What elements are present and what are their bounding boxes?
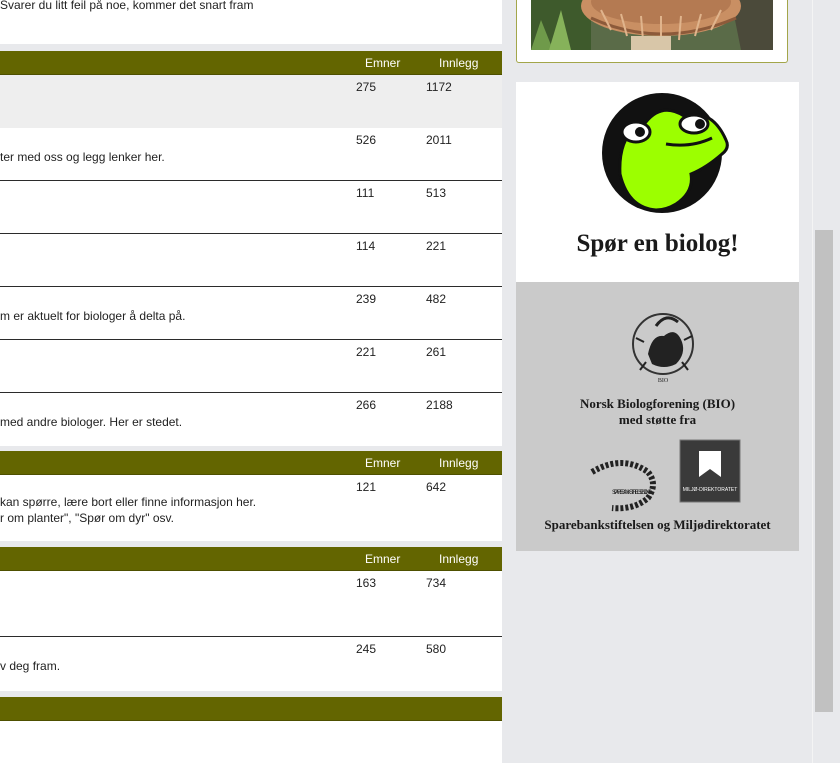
forum-description: kan spørre, lære bort eller finne inform… <box>0 495 257 509</box>
svg-text:BIO: BIO <box>658 378 669 384</box>
scrollbar-thumb[interactable] <box>815 230 833 712</box>
forum-posts-count: 580 <box>426 642 447 656</box>
forum-row[interactable]: 275 1172 <box>0 75 502 128</box>
category-header-2: Emner Innlegg <box>0 451 502 475</box>
forum-topics-count: 111 <box>356 186 375 200</box>
sparebankstiftelsen-logo-icon: SPAREBANKSTIFTELSEN DNB <box>590 460 656 512</box>
category-header-3: Emner Innlegg <box>0 547 502 571</box>
forum-topics-count: 239 <box>356 292 377 306</box>
forum-description: v deg fram. <box>0 659 61 673</box>
forum-topics-count: 221 <box>356 345 377 359</box>
forum-topics-count: 245 <box>356 642 377 656</box>
svg-text:SPAREBANKSTIFTELSEN DNB: SPAREBANKSTIFTELSEN DNB <box>612 490 652 496</box>
forum-posts-count: 734 <box>426 576 447 590</box>
forum-row[interactable]: med andre biologer. Her er stedet. 266 2… <box>0 393 502 446</box>
category-header-1: Emner Innlegg <box>0 51 502 75</box>
forum-topics-count: 163 <box>356 576 377 590</box>
category-panel-4 <box>0 721 502 763</box>
sponsor-org-name: Norsk Biologforening (BIO) <box>579 396 736 411</box>
category-panel-2: kan spørre, lære bort eller finne inform… <box>0 475 502 541</box>
forum-topics-count: 266 <box>356 398 377 412</box>
forum-description-line2: r om planter", "Spør om dyr" osv. <box>0 511 174 525</box>
miljodirektoratet-logo-icon: MILJØ-DIREKTORATET <box>679 439 741 503</box>
sponsor-box: BIO Norsk Biologforening (BIO) med støtt… <box>516 282 799 551</box>
header-topics-label: Emner <box>365 56 401 70</box>
forum-main: Svarer du litt feil på noe, kommer det s… <box>0 0 502 763</box>
forum-description: m er aktuelt for biologer å delta på. <box>0 309 186 323</box>
intro-panel: Svarer du litt feil på noe, kommer det s… <box>0 0 502 44</box>
intro-text: Svarer du litt feil på noe, kommer det s… <box>0 0 254 12</box>
forum-row[interactable]: v deg fram. 245 580 <box>0 637 502 690</box>
forum-posts-count: 261 <box>426 345 447 359</box>
forum-row[interactable]: 114 221 <box>0 234 502 287</box>
forum-row[interactable]: ter med oss og legg lenker her. 526 2011 <box>0 128 502 181</box>
forum-topics-count: 526 <box>356 133 377 147</box>
forum-posts-count: 1172 <box>426 80 452 94</box>
forum-posts-count: 482 <box>426 292 447 306</box>
forum-row[interactable]: kan spørre, lære bort eller finne inform… <box>0 475 502 541</box>
mushroom-photo[interactable] <box>531 0 773 50</box>
vertical-scrollbar[interactable] <box>812 0 840 763</box>
ask-biologist-banner[interactable]: Spør en biolog! <box>516 82 799 282</box>
sponsor-subtitle: med støtte fra <box>618 412 697 427</box>
category-header-4 <box>0 697 502 721</box>
header-topics-label: Emner <box>365 552 401 566</box>
header-topics-label: Emner <box>365 456 401 470</box>
header-posts-label: Innlegg <box>439 56 479 70</box>
forum-row[interactable]: m er aktuelt for biologer å delta på. 23… <box>0 287 502 340</box>
forum-row[interactable]: 111 513 <box>0 181 502 234</box>
forum-posts-count: 513 <box>426 186 447 200</box>
forum-topics-count: 275 <box>356 80 377 94</box>
forum-posts-count: 642 <box>426 480 447 494</box>
category-panel-1: 275 1172 ter med oss og legg lenker her.… <box>0 75 502 446</box>
forum-description: ter med oss og legg lenker her. <box>0 150 165 164</box>
forum-row[interactable]: 221 261 <box>0 340 502 393</box>
photo-frame <box>516 0 788 63</box>
forum-posts-count: 2188 <box>426 398 453 412</box>
forum-description: med andre biologer. Her er stedet. <box>0 415 183 429</box>
sponsor-names: Sparebankstiftelsen og Miljødirektoratet <box>544 517 771 532</box>
forum-posts-count: 221 <box>426 239 447 253</box>
header-posts-label: Innlegg <box>439 552 479 566</box>
forum-topics-count: 114 <box>356 239 376 253</box>
forum-topics-count: 121 <box>356 480 377 494</box>
svg-text:MILJØ-DIREKTORATET: MILJØ-DIREKTORATET <box>683 487 738 493</box>
category-panel-3: 163 734 v deg fram. 245 580 <box>0 571 502 691</box>
bio-logo-icon: BIO <box>632 313 694 384</box>
frog-icon <box>602 93 729 213</box>
header-posts-label: Innlegg <box>439 456 479 470</box>
ask-biologist-title: Spør en biolog! <box>576 230 739 257</box>
forum-posts-count: 2011 <box>426 133 452 147</box>
forum-row[interactable]: 163 734 <box>0 571 502 637</box>
